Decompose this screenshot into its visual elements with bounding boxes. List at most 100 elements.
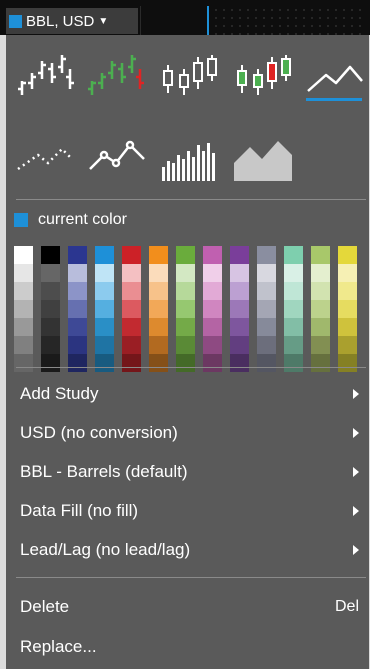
color-swatch[interactable] (122, 264, 141, 282)
current-color-option[interactable]: current color (14, 211, 127, 229)
color-swatch[interactable] (230, 318, 249, 336)
color-swatch[interactable] (257, 300, 276, 318)
color-swatch[interactable] (14, 282, 33, 300)
line-with-markers-icon[interactable] (86, 133, 146, 183)
color-swatch[interactable] (122, 300, 141, 318)
color-swatch[interactable] (176, 246, 195, 264)
units-menu-item[interactable]: BBL - Barrels (default) (6, 455, 369, 489)
color-swatch[interactable] (68, 318, 87, 336)
color-swatch[interactable] (41, 246, 60, 264)
color-swatch[interactable] (176, 300, 195, 318)
currency-menu-item[interactable]: USD (no conversion) (6, 416, 369, 450)
color-swatch[interactable] (338, 246, 357, 264)
color-swatch[interactable] (14, 300, 33, 318)
mountain-area-icon[interactable] (232, 133, 292, 183)
color-swatch[interactable] (257, 264, 276, 282)
color-swatch[interactable] (230, 282, 249, 300)
color-swatch[interactable] (230, 264, 249, 282)
color-swatch[interactable] (230, 336, 249, 354)
color-swatch[interactable] (338, 318, 357, 336)
color-swatch[interactable] (95, 300, 114, 318)
color-swatch[interactable] (41, 264, 60, 282)
color-swatch[interactable] (176, 336, 195, 354)
color-swatch[interactable] (95, 336, 114, 354)
color-swatch[interactable] (41, 282, 60, 300)
color-swatch[interactable] (257, 282, 276, 300)
lead-lag-menu-item[interactable]: Lead/Lag (no lead/lag) (6, 533, 369, 567)
color-swatch[interactable] (14, 264, 33, 282)
color-swatch[interactable] (122, 246, 141, 264)
color-swatch[interactable] (284, 318, 303, 336)
color-swatch[interactable] (95, 354, 114, 372)
color-swatch[interactable] (122, 354, 141, 372)
color-swatch[interactable] (68, 354, 87, 372)
color-swatch[interactable] (230, 354, 249, 372)
color-swatch[interactable] (338, 300, 357, 318)
color-swatch[interactable] (95, 282, 114, 300)
color-swatch[interactable] (14, 318, 33, 336)
color-swatch[interactable] (176, 282, 195, 300)
color-swatch[interactable] (68, 246, 87, 264)
color-swatch[interactable] (311, 300, 330, 318)
color-swatch[interactable] (122, 318, 141, 336)
color-swatch[interactable] (95, 246, 114, 264)
color-swatch[interactable] (311, 246, 330, 264)
color-swatch[interactable] (203, 246, 222, 264)
color-swatch[interactable] (149, 354, 168, 372)
color-swatch[interactable] (68, 282, 87, 300)
color-swatch[interactable] (257, 354, 276, 372)
color-swatch[interactable] (176, 318, 195, 336)
color-swatch[interactable] (41, 354, 60, 372)
color-swatch[interactable] (149, 282, 168, 300)
color-swatch[interactable] (338, 264, 357, 282)
replace-menu-item[interactable]: Replace... (6, 630, 369, 664)
candlestick-icon[interactable] (158, 49, 218, 99)
color-swatch[interactable] (311, 354, 330, 372)
color-swatch[interactable] (257, 246, 276, 264)
color-swatch[interactable] (203, 354, 222, 372)
color-swatch[interactable] (95, 318, 114, 336)
dotted-line-icon[interactable] (14, 133, 74, 183)
color-swatch[interactable] (311, 336, 330, 354)
color-swatch[interactable] (122, 336, 141, 354)
color-swatch[interactable] (68, 336, 87, 354)
color-swatch[interactable] (203, 264, 222, 282)
color-swatch[interactable] (149, 300, 168, 318)
histogram-icon[interactable] (158, 133, 218, 183)
color-swatch[interactable] (284, 246, 303, 264)
color-swatch[interactable] (284, 336, 303, 354)
color-swatch[interactable] (176, 354, 195, 372)
color-swatch[interactable] (149, 264, 168, 282)
color-swatch[interactable] (203, 282, 222, 300)
color-swatch[interactable] (14, 246, 33, 264)
color-swatch[interactable] (41, 300, 60, 318)
color-swatch[interactable] (257, 336, 276, 354)
color-swatch[interactable] (284, 354, 303, 372)
color-swatch[interactable] (338, 336, 357, 354)
symbol-selector[interactable]: BBL, USD ▼ (6, 8, 138, 34)
color-swatch[interactable] (176, 264, 195, 282)
color-swatch[interactable] (68, 300, 87, 318)
data-fill-menu-item[interactable]: Data Fill (no fill) (6, 494, 369, 528)
color-swatch[interactable] (284, 282, 303, 300)
color-swatch[interactable] (14, 336, 33, 354)
color-swatch[interactable] (284, 300, 303, 318)
color-swatch[interactable] (230, 300, 249, 318)
color-swatch[interactable] (203, 300, 222, 318)
color-swatch[interactable] (41, 336, 60, 354)
color-swatch[interactable] (149, 246, 168, 264)
line-icon[interactable] (304, 49, 364, 101)
color-swatch[interactable] (149, 336, 168, 354)
color-swatch[interactable] (311, 282, 330, 300)
color-swatch[interactable] (257, 318, 276, 336)
color-swatch[interactable] (284, 264, 303, 282)
color-swatch[interactable] (68, 264, 87, 282)
color-swatch[interactable] (122, 282, 141, 300)
color-swatch[interactable] (203, 336, 222, 354)
colored-candlestick-icon[interactable] (232, 49, 292, 99)
color-swatch[interactable] (230, 246, 249, 264)
color-swatch[interactable] (41, 318, 60, 336)
color-swatch[interactable] (338, 282, 357, 300)
color-swatch[interactable] (149, 318, 168, 336)
colored-ohlc-bars-icon[interactable] (84, 49, 144, 99)
